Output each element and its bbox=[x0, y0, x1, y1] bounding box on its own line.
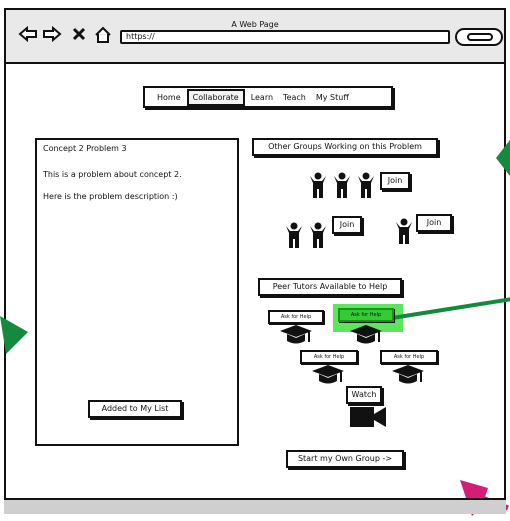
tab-collaborate[interactable]: Collaborate bbox=[186, 88, 245, 106]
tab-learn[interactable]: Learn bbox=[247, 91, 277, 104]
group-member-icon bbox=[286, 222, 302, 248]
tab-home[interactable]: Home bbox=[153, 91, 185, 104]
search-toggle[interactable] bbox=[455, 28, 503, 46]
ask-for-help-2-button[interactable]: Ask for Help bbox=[338, 308, 394, 322]
group-member-icon bbox=[396, 218, 412, 244]
start-own-group-button[interactable]: Start my Own Group -> bbox=[286, 450, 404, 468]
main-nav: Home Collaborate Learn Teach My Stuff bbox=[143, 86, 393, 108]
ask-for-help-3-button[interactable]: Ask for Help bbox=[300, 350, 358, 364]
graduation-cap-icon bbox=[280, 325, 312, 344]
search-toggle-knob bbox=[467, 33, 493, 41]
close-icon[interactable] bbox=[72, 26, 86, 42]
status-bar bbox=[4, 498, 506, 514]
left-annotation-arrow-icon bbox=[0, 316, 28, 354]
watch-button[interactable]: Watch bbox=[346, 386, 382, 404]
ask-for-help-1-button[interactable]: Ask for Help bbox=[268, 310, 324, 324]
join-group-1-button[interactable]: Join bbox=[380, 172, 410, 190]
problem-description-2: Here is the problem description :) bbox=[43, 192, 178, 201]
join-group-2-button[interactable]: Join bbox=[332, 216, 362, 234]
group-member-icon bbox=[310, 172, 326, 198]
ask-for-help-4-button[interactable]: Ask for Help bbox=[380, 350, 438, 364]
added-to-list-button[interactable]: Added to My List bbox=[88, 400, 182, 418]
tab-my-stuff[interactable]: My Stuff bbox=[312, 91, 353, 104]
graduation-cap-icon bbox=[350, 325, 382, 344]
graduation-cap-icon bbox=[392, 365, 424, 384]
problem-description-1: This is a problem about concept 2. bbox=[43, 170, 182, 179]
video-camera-icon bbox=[350, 407, 386, 427]
home-icon[interactable] bbox=[94, 26, 112, 44]
back-arrow-icon[interactable] bbox=[18, 26, 38, 42]
problem-title: Concept 2 Problem 3 bbox=[43, 144, 127, 153]
graduation-cap-icon bbox=[312, 365, 344, 384]
group-member-icon bbox=[310, 222, 326, 248]
forward-arrow-icon[interactable] bbox=[42, 26, 62, 42]
group-member-icon bbox=[334, 172, 350, 198]
right-annotation-arrow-icon bbox=[496, 140, 510, 176]
group-member-icon bbox=[358, 172, 374, 198]
tutors-header: Peer Tutors Available to Help bbox=[258, 278, 402, 296]
join-group-3-button[interactable]: Join bbox=[416, 214, 452, 232]
address-bar[interactable]: https:// bbox=[120, 30, 450, 44]
tab-teach[interactable]: Teach bbox=[279, 91, 310, 104]
groups-header: Other Groups Working on this Problem bbox=[252, 138, 438, 156]
